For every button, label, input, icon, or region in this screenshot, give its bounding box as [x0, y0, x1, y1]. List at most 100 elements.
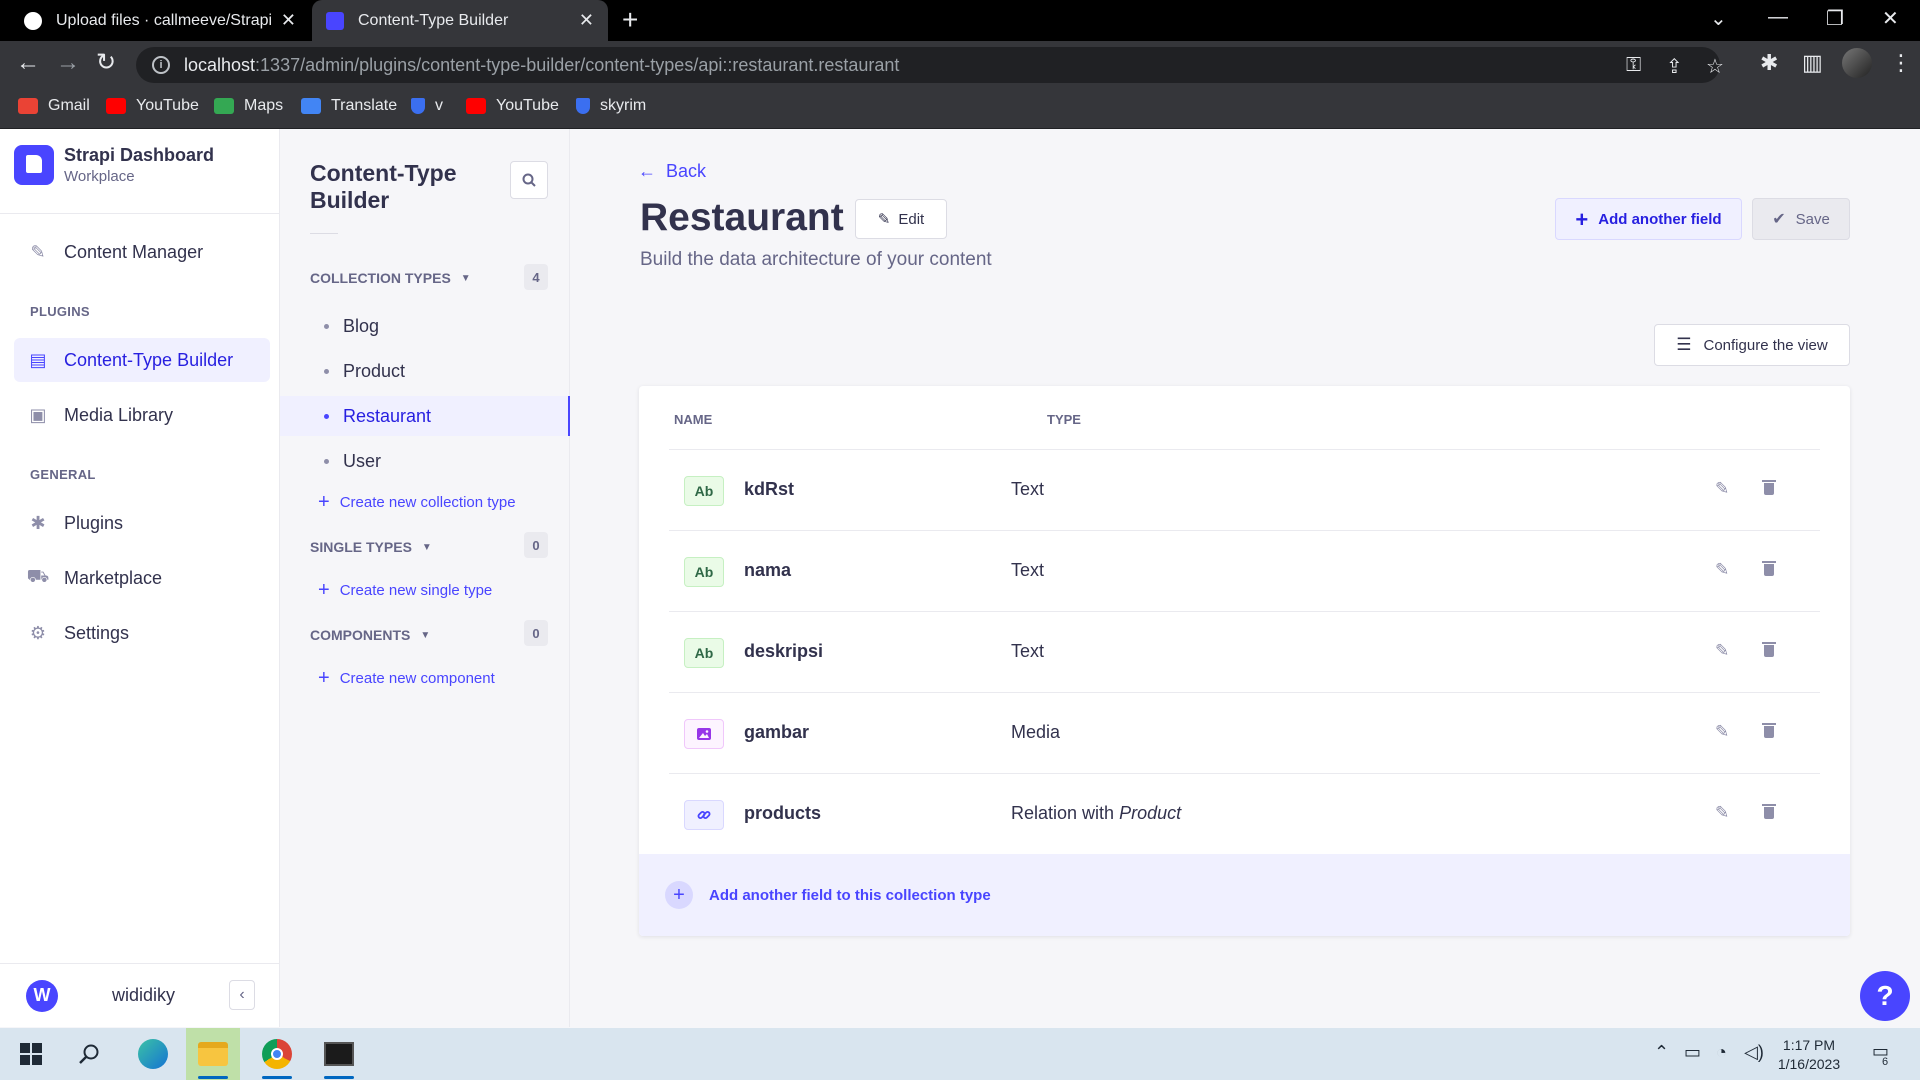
trash-icon[interactable]	[1762, 803, 1776, 819]
share-icon[interactable]: ⇪	[1666, 54, 1683, 79]
youtube-icon	[466, 98, 486, 114]
nav-item-plugins[interactable]: ✱ Plugins	[14, 501, 270, 545]
browser-tab-upload[interactable]: Upload files · callmeeve/Strapi-Pr ✕	[10, 0, 310, 41]
search-taskbar-button[interactable]	[62, 1028, 116, 1080]
file-explorer-taskbar-button[interactable]	[186, 1028, 240, 1080]
add-another-field-button[interactable]: + Add another field	[1555, 198, 1742, 240]
back-label: Back	[666, 161, 707, 181]
nav-item-settings[interactable]: ⚙ Settings	[14, 611, 270, 655]
battery-icon[interactable]: ▭	[1684, 1042, 1701, 1063]
save-button[interactable]: ✔ Save	[1752, 198, 1850, 240]
pencil-icon[interactable]: ✎	[1715, 641, 1729, 661]
subnav-search-button[interactable]	[510, 161, 548, 199]
user-avatar[interactable]: W	[26, 979, 58, 1012]
back-link[interactable]: ← Back	[638, 161, 706, 182]
forward-arrow-icon[interactable]: →	[56, 51, 80, 75]
nav-item-content-manager[interactable]: ✎ Content Manager	[14, 230, 270, 274]
pencil-paper-icon: ✎	[30, 241, 46, 262]
field-type: Relation with Product	[1011, 803, 1181, 824]
wifi-icon[interactable]: ◔	[1716, 1042, 1727, 1063]
bookmark-maps[interactable]: Maps	[214, 97, 283, 115]
collection-item-user[interactable]: User	[280, 441, 570, 481]
subnav-title: Content-Type Builder	[310, 160, 457, 213]
nav-item-content-type-builder[interactable]: ▤ Content-Type Builder	[14, 338, 270, 382]
collection-item-restaurant[interactable]: Restaurant	[280, 396, 570, 436]
collapse-nav-button[interactable]: ‹	[229, 980, 255, 1010]
bookmark-youtube-2[interactable]: YouTube	[466, 97, 559, 115]
bookmark-youtube[interactable]: YouTube	[106, 97, 199, 115]
brand-title: Strapi Dashboard	[64, 145, 215, 165]
add-field-footer-label: Add another field to this collection typ…	[709, 886, 991, 904]
nav-item-marketplace[interactable]: ⛟ Marketplace	[14, 556, 270, 600]
tab-search-icon[interactable]: ⌄	[1710, 6, 1727, 31]
site-info-icon[interactable]: i	[152, 56, 170, 74]
key-icon[interactable]: ⚿	[1626, 54, 1641, 77]
close-icon[interactable]: ✕	[579, 10, 594, 31]
collection-item-product[interactable]: Product	[280, 351, 570, 391]
new-tab-icon[interactable]: +	[622, 6, 638, 34]
edge-taskbar-button[interactable]	[126, 1028, 180, 1080]
volume-icon[interactable]: ◁)	[1744, 1042, 1764, 1063]
bookmark-v[interactable]: v	[411, 97, 443, 115]
trash-icon[interactable]	[1762, 641, 1776, 657]
create-single-type-link[interactable]: + Create new single type	[318, 580, 492, 600]
collection-item-blog[interactable]: Blog	[280, 306, 570, 346]
github-icon	[24, 11, 42, 30]
strapi-logo-icon	[14, 145, 54, 185]
nav-footer: W wididiky ‹	[0, 963, 279, 1027]
collection-item-label: Blog	[343, 315, 380, 336]
chevron-left-icon: ‹	[239, 986, 245, 1003]
terminal-taskbar-button[interactable]	[312, 1028, 366, 1080]
chevron-up-icon[interactable]: ⌃	[1654, 1042, 1669, 1063]
minimize-icon[interactable]: —	[1768, 6, 1788, 29]
section-components[interactable]: COMPONENTS ▼	[310, 627, 430, 643]
pencil-icon[interactable]: ✎	[1715, 803, 1729, 823]
maximize-icon[interactable]: ❐	[1826, 6, 1844, 31]
window-close-icon[interactable]: ✕	[1882, 6, 1899, 31]
table-row: Ab nama Text ✎	[669, 530, 1820, 611]
add-field-footer-button[interactable]: + Add another field to this collection t…	[639, 854, 1850, 936]
list-settings-icon: ☰	[1676, 335, 1692, 354]
bookmark-gmail[interactable]: Gmail	[18, 97, 90, 115]
images-icon: ▣	[29, 404, 47, 425]
start-button[interactable]	[4, 1028, 58, 1080]
extensions-icon[interactable]: ✱	[1760, 50, 1778, 76]
field-type: Text	[1011, 479, 1045, 499]
pencil-icon[interactable]: ✎	[1715, 479, 1729, 499]
pencil-icon[interactable]: ✎	[1715, 722, 1729, 742]
bookmark-skyrim[interactable]: skyrim	[576, 97, 646, 115]
create-link-label: Create new component	[339, 670, 495, 687]
pencil-icon[interactable]: ✎	[1715, 560, 1729, 580]
star-icon[interactable]: ☆	[1706, 54, 1724, 79]
side-panel-icon[interactable]: ▥	[1802, 50, 1823, 76]
puzzle-icon: ✱	[30, 512, 46, 533]
create-component-link[interactable]: + Create new component	[318, 668, 495, 688]
section-single-types[interactable]: SINGLE TYPES ▼	[310, 539, 432, 555]
single-types-count: 0	[524, 532, 548, 558]
folder-icon	[198, 1042, 228, 1066]
back-arrow-icon[interactable]: ←	[16, 51, 40, 75]
field-name: gambar	[744, 722, 810, 742]
create-collection-type-link[interactable]: + Create new collection type	[318, 492, 516, 512]
help-button[interactable]: ?	[1860, 971, 1910, 1021]
chrome-taskbar-button[interactable]	[250, 1028, 304, 1080]
media-icon	[684, 719, 724, 749]
section-collection-types[interactable]: COLLECTION TYPES ▼	[310, 270, 471, 286]
reload-icon[interactable]: ↻	[96, 51, 116, 75]
user-name[interactable]: wididiky	[112, 985, 175, 1006]
close-icon[interactable]: ✕	[281, 10, 296, 31]
edit-button[interactable]: ✎ Edit	[855, 199, 947, 239]
bookmark-translate[interactable]: Translate	[301, 97, 397, 115]
trash-icon[interactable]	[1762, 560, 1776, 576]
browser-tabstrip: Upload files · callmeeve/Strapi-Pr ✕ Con…	[0, 0, 1920, 41]
trash-icon[interactable]	[1762, 479, 1776, 495]
address-bar[interactable]: i localhost:1337/admin/plugins/content-t…	[136, 47, 1724, 83]
nav-item-media-library[interactable]: ▣ Media Library	[14, 393, 270, 437]
profile-avatar[interactable]	[1842, 48, 1872, 78]
system-clock[interactable]: 1:17 PM 1/16/2023	[1762, 1036, 1856, 1074]
menu-dots-icon[interactable]: ⋮	[1890, 50, 1912, 76]
create-link-label: Create new collection type	[339, 494, 516, 511]
configure-view-button[interactable]: ☰ Configure the view	[1654, 324, 1850, 366]
browser-tab-content-type-builder[interactable]: Content-Type Builder ✕	[312, 0, 608, 41]
trash-icon[interactable]	[1762, 722, 1776, 738]
